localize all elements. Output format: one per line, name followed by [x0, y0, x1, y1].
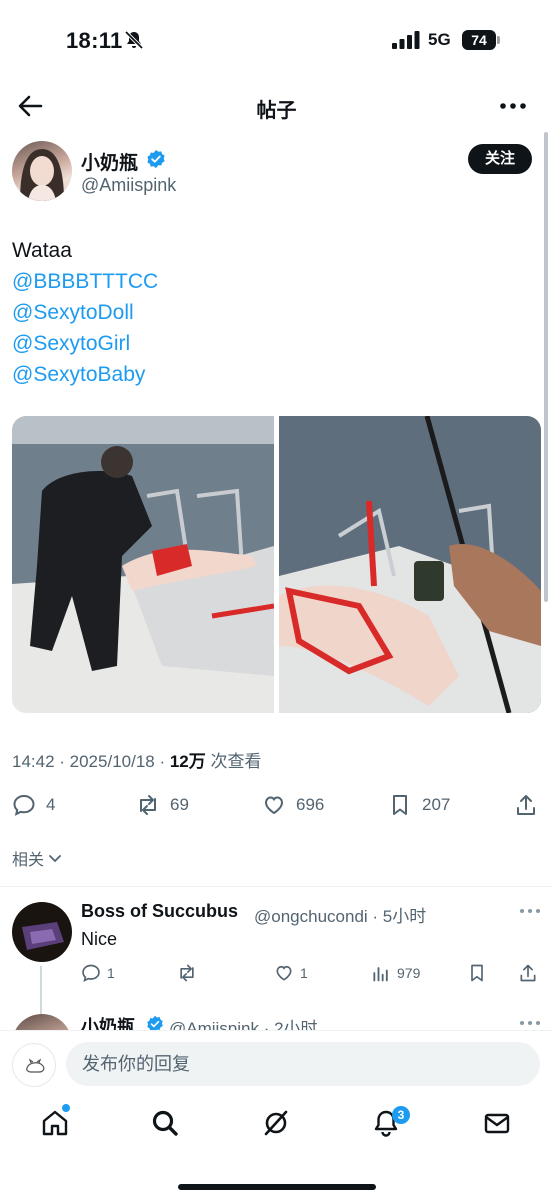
tweet-image-2[interactable]: [279, 416, 541, 713]
tab-messages[interactable]: [482, 1108, 514, 1140]
tab-home[interactable]: [40, 1108, 72, 1140]
page-title: 帖子: [256, 100, 297, 122]
reply-bookmark-button[interactable]: [467, 961, 487, 985]
reply-reply-button[interactable]: 1: [81, 961, 115, 985]
retweet-count: 69: [170, 795, 189, 814]
reply-icon: [13, 794, 35, 816]
battery-cap: [497, 36, 500, 44]
author-handle[interactable]: @Amiispink: [81, 175, 176, 196]
bookmark-icon: [393, 795, 407, 815]
reply-count: 4: [46, 795, 56, 814]
thread-line: [40, 966, 42, 1014]
like-count: 696: [296, 795, 325, 814]
reply-icon: [82, 964, 100, 983]
mention-link[interactable]: @BBBBTTTCC: [12, 266, 158, 297]
top-navigation: 帖子: [0, 82, 553, 130]
chevron-down-icon: [49, 855, 61, 863]
share-icon: [517, 795, 535, 815]
retweet-icon: [180, 964, 194, 982]
follow-button[interactable]: 关注: [468, 144, 532, 174]
reply-handle-time[interactable]: @ongchucondi · 5小时: [254, 902, 426, 927]
my-avatar[interactable]: [12, 1043, 56, 1087]
status-time: 18:11: [66, 28, 123, 53]
scrollbar[interactable]: [544, 132, 548, 602]
reply-like-count: 1: [300, 965, 308, 981]
cat-doodle-icon: [26, 1058, 45, 1073]
home-unread-dot: [62, 1104, 70, 1112]
author-name[interactable]: 小奶瓶: [81, 148, 138, 175]
search-icon: [152, 1110, 178, 1136]
retweet-button[interactable]: 69: [136, 787, 189, 823]
boat-photo-image: [12, 416, 274, 713]
views-chart-icon: [373, 967, 388, 982]
verified-badge-icon: [147, 149, 165, 169]
mention-link[interactable]: @SexytoDoll: [12, 297, 158, 328]
reply-retweet-button[interactable]: [177, 961, 197, 985]
bookmark-count: 207: [422, 795, 451, 814]
reply-views-count: 979: [397, 965, 421, 981]
signal-icon: [392, 31, 420, 49]
divider: [0, 886, 553, 887]
tweet-body: Wataa: [12, 239, 72, 262]
related-toggle[interactable]: 相关: [12, 846, 64, 870]
network-type: 5G: [428, 30, 451, 49]
reply-composer: [0, 1030, 553, 1096]
mention-link[interactable]: @SexytoBaby: [12, 359, 158, 390]
author-avatar[interactable]: [12, 141, 72, 201]
share-button[interactable]: [514, 787, 538, 823]
battery-level: 74: [462, 30, 496, 50]
reply-author-name[interactable]: Boss of Succubus: [81, 901, 238, 922]
avatar-image-icon: [12, 902, 72, 962]
reply-avatar[interactable]: [12, 902, 72, 962]
heart-icon: [276, 965, 292, 981]
reply2-more-icon[interactable]: [518, 1018, 542, 1028]
like-button[interactable]: 696: [262, 787, 324, 823]
reply-input[interactable]: [66, 1042, 540, 1086]
avatar-portrait-icon: [20, 149, 64, 201]
status-bar: 18:11 5G 74: [0, 0, 553, 80]
tweet-image-1[interactable]: [12, 416, 274, 713]
more-options-icon[interactable]: [498, 94, 528, 118]
heart-icon: [264, 796, 284, 815]
tweet-meta: 14:42 · 2025/10/18 · 12万 次查看: [12, 747, 262, 772]
home-indicator: [178, 1184, 376, 1190]
fishing-photo-image: [279, 416, 541, 713]
mention-link[interactable]: @SexytoGirl: [12, 328, 158, 359]
views-count: 12万: [169, 752, 206, 771]
bookmark-icon: [471, 964, 483, 982]
related-label: 相关: [12, 852, 45, 869]
share-icon: [520, 964, 536, 982]
reply-button[interactable]: 4: [12, 787, 55, 823]
tweet-text: Wataa @BBBBTTTCC @SexytoDoll @SexytoGirl…: [12, 235, 158, 390]
reply-more-icon[interactable]: [518, 906, 542, 916]
views-label: 次查看: [205, 752, 262, 771]
reply-views-button[interactable]: 979: [371, 961, 420, 985]
bottom-tab-bar: 3: [0, 1096, 553, 1200]
tweet-timestamp: 14:42 · 2025/10/18 ·: [12, 752, 170, 771]
reply-share-button[interactable]: [518, 961, 538, 985]
tweet-action-bar: 4 69 696 207: [0, 787, 553, 823]
tab-search[interactable]: [150, 1108, 182, 1140]
bookmark-button[interactable]: 207: [388, 787, 450, 823]
tab-grok[interactable]: [261, 1108, 293, 1140]
mail-icon: [484, 1113, 510, 1134]
bell-off-icon: [124, 30, 144, 50]
reply-text: Nice: [81, 929, 118, 949]
home-icon: [42, 1110, 68, 1136]
grok-icon: [264, 1110, 288, 1136]
reply-reply-count: 1: [107, 965, 115, 981]
notification-count-badge: 3: [392, 1106, 410, 1124]
retweet-icon: [140, 795, 156, 815]
reply-like-button[interactable]: 1: [274, 961, 308, 985]
